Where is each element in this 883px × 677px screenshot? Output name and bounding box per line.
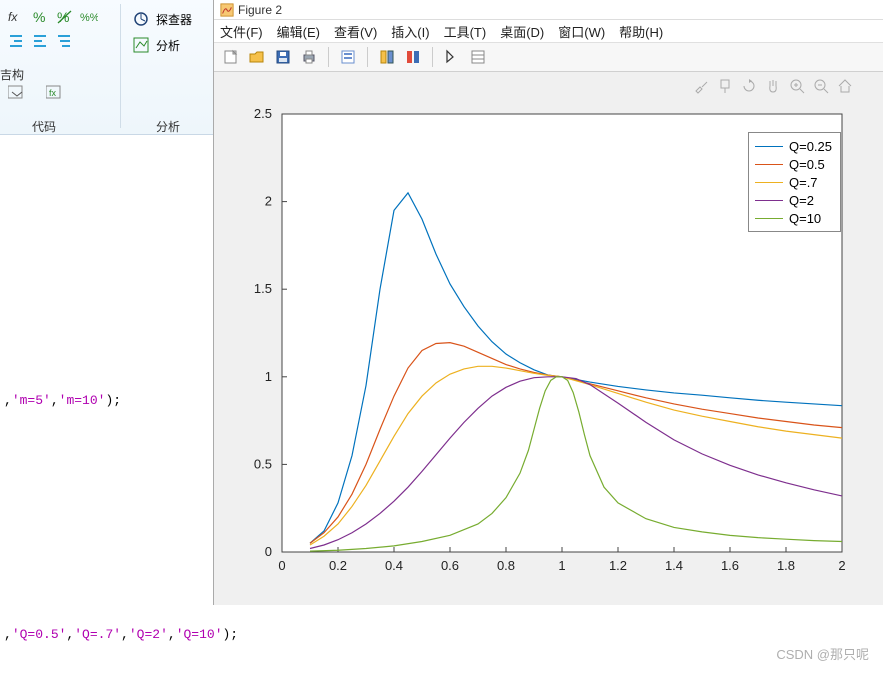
figure-app-icon [220,3,234,17]
svg-text:fx: fx [49,88,57,98]
legend-label: Q=10 [789,211,821,226]
legend-item[interactable]: Q=0.5 [755,155,832,173]
figure-canvas: 00.20.40.60.811.21.41.61.8200.511.522.5 … [214,72,883,605]
code-line-2: ,'Q=0.5','Q=.7','Q=2','Q=10'); [4,627,238,642]
legend-swatch [755,218,783,219]
indent-right-icon[interactable] [32,32,50,50]
menu-item-7[interactable]: 帮助(H) [619,22,663,41]
fx-icon[interactable]: fx [8,8,26,26]
legend-label: Q=.7 [789,175,818,190]
svg-text:1.6: 1.6 [721,558,739,573]
svg-text:0.2: 0.2 [329,558,347,573]
legend-item[interactable]: Q=2 [755,191,832,209]
indent-left-icon[interactable] [8,32,26,50]
svg-text:2: 2 [838,558,845,573]
indent-auto-icon[interactable] [56,32,74,50]
analyze-button[interactable]: 分析 [132,36,180,54]
svg-text:1.2: 1.2 [609,558,627,573]
dropdown-1-icon[interactable] [8,84,26,102]
svg-text:1: 1 [558,558,565,573]
dropdown-2-icon[interactable]: fx [46,84,64,102]
svg-text:0.5: 0.5 [254,456,272,471]
legend-item[interactable]: Q=.7 [755,173,832,191]
legend-label: Q=0.5 [789,157,825,172]
legend-swatch [755,182,783,183]
print-button[interactable] [298,46,320,68]
menu-item-3[interactable]: 插入(I) [391,22,429,41]
explorer-label: 探查器 [156,11,192,28]
svg-text:0: 0 [278,558,285,573]
ribbon-group1-label: 代码 [32,118,56,135]
legend-swatch [755,200,783,201]
watermark: CSDN @那只呢 [776,644,869,663]
toolbar-separator [328,47,329,67]
menu-item-2[interactable]: 查看(V) [334,22,377,41]
svg-text:0.4: 0.4 [385,558,403,573]
svg-text:1: 1 [265,369,272,384]
legend[interactable]: Q=0.25 Q=0.5 Q=.7 Q=2 Q=10 [748,132,841,232]
explorer-button[interactable]: 探查器 [132,10,192,28]
svg-text:1.4: 1.4 [665,558,683,573]
code-line-1: ,'m=5','m=10'); [4,393,121,408]
figure-toolbar [214,42,883,72]
menu-item-6[interactable]: 窗口(W) [558,22,605,41]
svg-text:0.8: 0.8 [497,558,515,573]
svg-text:1.5: 1.5 [254,281,272,296]
menu-item-4[interactable]: 工具(T) [444,22,487,41]
menu-item-1[interactable]: 编辑(E) [277,22,320,41]
toolbar-separator [432,47,433,67]
struct-label: 吉构 [0,66,24,83]
figure-titlebar[interactable]: Figure 2 [214,0,883,20]
new-figure-button[interactable] [220,46,242,68]
ribbon-group2-label: 分析 [156,118,180,135]
property-inspector-button[interactable] [467,46,489,68]
svg-text:fx: fx [8,10,18,24]
analyze-label: 分析 [156,37,180,54]
edit-plot-button[interactable] [441,46,463,68]
matlab-editor-panel: fx % % %% 吉构 fx 代码 探查器 [0,0,213,677]
legend-label: Q=2 [789,193,814,208]
menu-item-0[interactable]: 文件(F) [220,22,263,41]
svg-text:1.8: 1.8 [777,558,795,573]
percent-green-icon[interactable]: % [32,8,50,26]
insert-colorbar-button[interactable] [402,46,424,68]
legend-item[interactable]: Q=10 [755,209,832,227]
svg-text:0.6: 0.6 [441,558,459,573]
percent-section-icon[interactable]: %% [80,8,98,26]
svg-text:%: % [33,9,45,25]
toolbar-separator [367,47,368,67]
figure-window: Figure 2 文件(F) 编辑(E) 查看(V) 插入(I) 工具(T) 桌面(D) 窗… [213,0,883,605]
percent-strike-icon[interactable]: % [56,8,74,26]
legend-swatch [755,146,783,147]
legend-item[interactable]: Q=0.25 [755,137,832,155]
menu-item-5[interactable]: 桌面(D) [500,22,544,41]
legend-swatch [755,164,783,165]
figure-title: Figure 2 [238,3,282,17]
figure-menubar: 文件(F) 编辑(E) 查看(V) 插入(I) 工具(T) 桌面(D) 窗口(W) 帮助(H) [214,20,883,42]
save-button[interactable] [272,46,294,68]
matlab-ribbon: fx % % %% 吉构 fx 代码 探查器 [0,0,213,135]
legend-label: Q=0.25 [789,139,832,154]
link-plot-button[interactable] [376,46,398,68]
svg-text:0: 0 [265,544,272,559]
print-preview-button[interactable] [337,46,359,68]
svg-text:%%: %% [80,12,98,24]
svg-text:2: 2 [265,194,272,209]
svg-text:2.5: 2.5 [254,106,272,121]
open-button[interactable] [246,46,268,68]
